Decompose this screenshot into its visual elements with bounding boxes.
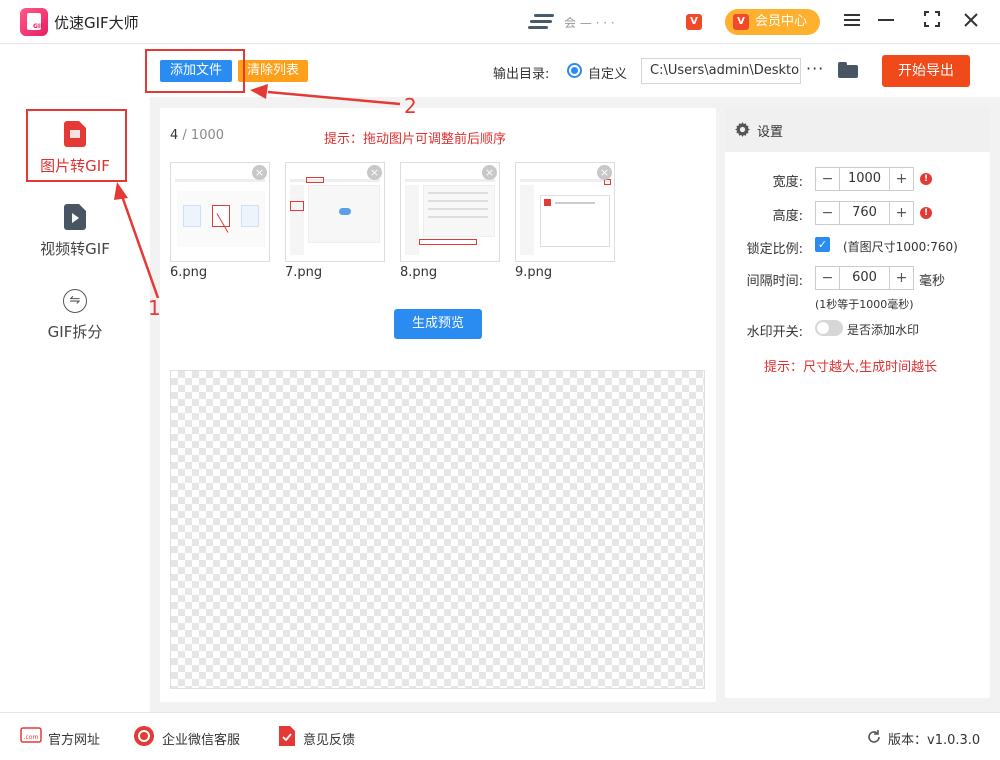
width-stepper[interactable]: − 1000 +: [815, 167, 914, 191]
annotation-step-1: 1: [148, 296, 161, 320]
height-warning-icon: !: [920, 207, 932, 219]
height-increase-button[interactable]: +: [889, 202, 913, 224]
width-warning-icon: !: [920, 173, 932, 185]
drag-hint: 提示：拖动图片可调整前后顺序: [324, 132, 507, 147]
remove-thumbnail-icon[interactable]: ×: [482, 165, 497, 180]
thumbnail-item[interactable]: ×: [170, 162, 270, 262]
interval-stepper[interactable]: − 600 +: [815, 266, 914, 290]
maximize-icon[interactable]: [920, 10, 944, 34]
gear-icon: [735, 122, 750, 137]
width-value[interactable]: 1000: [840, 168, 889, 190]
folder-icon[interactable]: [838, 62, 858, 78]
watermark-note: 是否添加水印: [847, 323, 920, 337]
menu-icon[interactable]: [840, 10, 864, 34]
version-label: 版本：v1.0.3.0: [888, 733, 981, 748]
remove-thumbnail-icon[interactable]: ×: [597, 165, 612, 180]
thumbnail-item[interactable]: ×: [400, 162, 500, 262]
feedback-link[interactable]: 意见反馈: [303, 729, 355, 748]
svg-text:.com: .com: [24, 734, 39, 741]
image-count: 4 / 1000: [170, 128, 224, 143]
thumbnail-name: 8.png: [400, 265, 438, 280]
wechat-icon: [133, 725, 155, 751]
start-export-button[interactable]: 开始导出: [882, 55, 970, 87]
height-decrease-button[interactable]: −: [816, 202, 840, 224]
thumbnail-name: 7.png: [285, 265, 323, 280]
promo-logo-icon: [528, 12, 556, 32]
wechat-support-link[interactable]: 企业微信客服: [162, 729, 240, 748]
thumbnail-item[interactable]: ×: [515, 162, 615, 262]
thumbnail-name: 6.png: [170, 265, 208, 280]
remove-thumbnail-icon[interactable]: ×: [367, 165, 382, 180]
annotation-step-2: 2: [404, 94, 417, 118]
width-increase-button[interactable]: +: [889, 168, 913, 190]
sidebar-item-label: 视频转GIF: [40, 240, 110, 258]
vip-center-button[interactable]: V 会员中心: [725, 9, 820, 35]
minimize-icon[interactable]: [874, 10, 898, 34]
watermark-toggle[interactable]: [815, 320, 843, 336]
interval-decrease-button[interactable]: −: [816, 267, 840, 289]
website-link[interactable]: 官方网址: [48, 729, 100, 748]
lock-ratio-checkbox[interactable]: ✓: [815, 237, 830, 252]
sidebar: 图片转GIF 视频转GIF ⇋ GIF拆分: [0, 97, 150, 712]
generate-preview-button[interactable]: 生成预览: [394, 309, 482, 339]
settings-panel: [725, 108, 990, 698]
custom-dir-label[interactable]: 自定义: [588, 63, 627, 82]
interval-value[interactable]: 600: [840, 267, 889, 289]
feedback-icon: [278, 725, 296, 751]
thumbnail-item[interactable]: ×: [285, 162, 385, 262]
sidebar-item-video-to-gif[interactable]: 视频转GIF: [0, 202, 150, 282]
close-icon[interactable]: [959, 10, 983, 34]
video-doc-icon: [64, 204, 86, 230]
lock-ratio-note: (首图尺寸1000:760): [843, 240, 958, 254]
title-bar: GIF 优速GIF大师 会 — · · · V V 会员中心: [0, 0, 1000, 44]
interval-label: 间隔时间:: [746, 274, 803, 289]
vip-center-label: 会员中心: [755, 14, 808, 29]
remove-thumbnail-icon[interactable]: ×: [252, 165, 267, 180]
vip-badge-icon: V: [686, 14, 702, 30]
thumbnail-name: 9.png: [515, 265, 553, 280]
highlight-add-file: [145, 49, 245, 93]
width-decrease-button[interactable]: −: [816, 168, 840, 190]
vip-icon: V: [733, 14, 749, 30]
interval-unit: 毫秒: [919, 274, 946, 289]
titlebar-promo[interactable]: 会 — · · ·: [528, 12, 688, 32]
app-logo-icon: GIF: [20, 8, 48, 36]
output-dir-label: 输出目录:: [493, 67, 550, 82]
height-label: 高度:: [772, 209, 803, 224]
website-icon: .com: [20, 727, 42, 749]
height-value[interactable]: 760: [840, 202, 889, 224]
highlight-image-to-gif: [26, 109, 127, 182]
interval-increase-button[interactable]: +: [889, 267, 913, 289]
logo-text: GIF: [33, 23, 45, 30]
custom-dir-radio[interactable]: [567, 63, 582, 78]
clear-list-button[interactable]: 清除列表: [238, 60, 308, 82]
more-options-icon[interactable]: ···: [806, 59, 824, 78]
footer: .com 官方网址 企业微信客服 意见反馈 版本：v1.0.3.0: [0, 712, 1000, 760]
promo-text: 会 — · · ·: [564, 16, 615, 28]
sidebar-item-label: GIF拆分: [47, 323, 103, 341]
preview-canvas: [170, 370, 705, 689]
lock-ratio-label: 锁定比例:: [746, 242, 803, 257]
settings-title: 设置: [757, 125, 784, 140]
watermark-label: 水印开关:: [746, 325, 803, 340]
image-count-total: / 1000: [178, 128, 225, 143]
refresh-icon[interactable]: [866, 729, 882, 749]
sidebar-item-gif-split[interactable]: ⇋ GIF拆分: [0, 287, 150, 367]
width-label: 宽度:: [772, 175, 803, 190]
split-icon: ⇋: [63, 289, 87, 313]
settings-hint: 提示：尺寸越大,生成时间越长: [764, 360, 938, 375]
height-stepper[interactable]: − 760 +: [815, 201, 914, 225]
app-title: 优速GIF大师: [54, 14, 139, 32]
interval-note: (1秒等于1000毫秒): [815, 298, 914, 311]
output-path-input[interactable]: C:\Users\admin\Desktop: [641, 58, 801, 84]
